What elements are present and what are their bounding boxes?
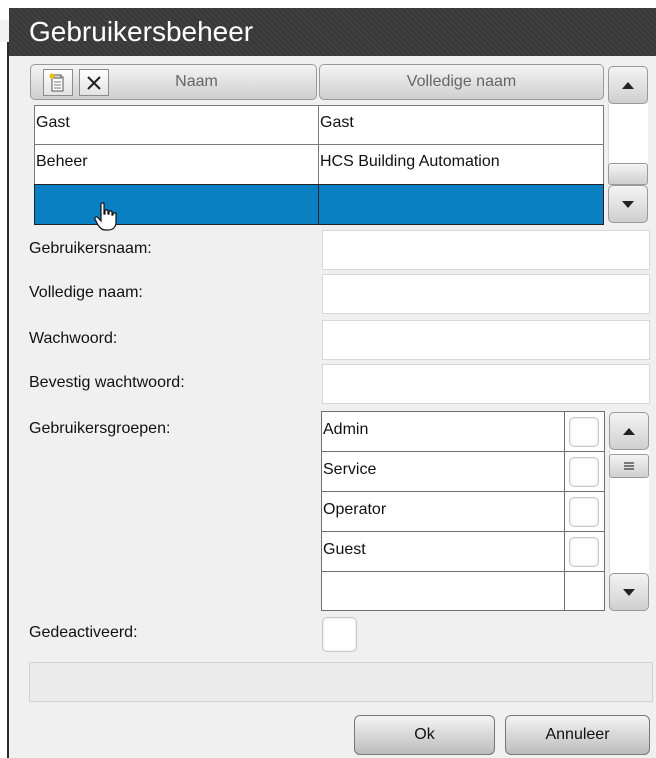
- group-item-empty[interactable]: [321, 571, 565, 611]
- confirm-password-label: Bevestig wachtwoord:: [29, 374, 185, 391]
- group-item-admin[interactable]: Admin: [321, 411, 565, 452]
- groups-scroll-down-button[interactable]: [609, 573, 649, 611]
- group-item-service[interactable]: Service: [321, 451, 565, 492]
- group-checkbox-guest[interactable]: [569, 537, 599, 567]
- user-groups-label: Gebruikersgroepen:: [29, 420, 171, 437]
- new-user-button[interactable]: [43, 69, 73, 96]
- table-row-name[interactable]: Gast: [34, 105, 319, 145]
- delete-icon: [87, 75, 101, 90]
- username-label: Gebruikersnaam:: [29, 240, 152, 257]
- scroll-up-icon: [622, 81, 634, 89]
- title-bar[interactable]: Gebruikersbeheer: [9, 8, 656, 56]
- group-checkbox-service[interactable]: [569, 457, 599, 487]
- pointer-hand-icon: [94, 202, 117, 231]
- new-user-icon: [49, 73, 64, 91]
- scroll-down-icon: [622, 200, 634, 208]
- cancel-button[interactable]: Annuleer: [505, 715, 650, 755]
- groups-scroll-up-button[interactable]: [609, 412, 649, 450]
- table-scroll-thumb[interactable]: [608, 163, 648, 185]
- deactivated-checkbox[interactable]: [322, 617, 357, 652]
- scroll-down-icon: [623, 588, 635, 596]
- scroll-up-icon: [623, 427, 635, 435]
- table-row-fullname-selected[interactable]: [318, 184, 604, 225]
- background-window: [0, 20, 9, 42]
- fullname-label: Volledige naam:: [29, 284, 143, 301]
- column-header-name[interactable]: Naam: [30, 64, 317, 100]
- table-scroll-up-button[interactable]: [608, 66, 648, 104]
- user-management-dialog: Gebruikersbeheer Naam Volledige naam Gas…: [9, 8, 656, 758]
- column-header-fullname[interactable]: Volledige naam: [319, 64, 604, 100]
- status-bar: [29, 662, 653, 702]
- groups-scroll-thumb[interactable]: [609, 454, 649, 478]
- group-checkbox-operator[interactable]: [569, 497, 599, 527]
- column-header-fullname-label: Volledige naam: [406, 73, 517, 90]
- fullname-field[interactable]: [322, 274, 650, 314]
- group-check-cell: [564, 571, 605, 611]
- delete-user-button[interactable]: [79, 69, 109, 96]
- confirm-password-field[interactable]: [322, 364, 650, 404]
- table-row-name-selected[interactable]: [34, 184, 319, 225]
- deactivated-label: Gedeactiveerd:: [29, 624, 138, 641]
- column-header-name-label: Naam: [175, 73, 218, 90]
- password-label: Wachwoord:: [29, 330, 118, 347]
- table-scroll-down-button[interactable]: [608, 185, 648, 223]
- group-checkbox-admin[interactable]: [569, 417, 599, 447]
- group-item-guest[interactable]: Guest: [321, 531, 565, 572]
- table-row-fullname[interactable]: Gast: [318, 105, 604, 145]
- table-row-fullname[interactable]: HCS Building Automation: [318, 144, 604, 185]
- username-field[interactable]: [322, 230, 650, 270]
- scroll-thumb-icon: [624, 462, 634, 470]
- ok-button[interactable]: Ok: [354, 715, 495, 755]
- table-row-name[interactable]: Beheer: [34, 144, 319, 185]
- window-edge: [0, 0, 9, 758]
- group-item-operator[interactable]: Operator: [321, 491, 565, 532]
- dialog-title: Gebruikersbeheer: [29, 16, 254, 47]
- password-field[interactable]: [322, 320, 650, 360]
